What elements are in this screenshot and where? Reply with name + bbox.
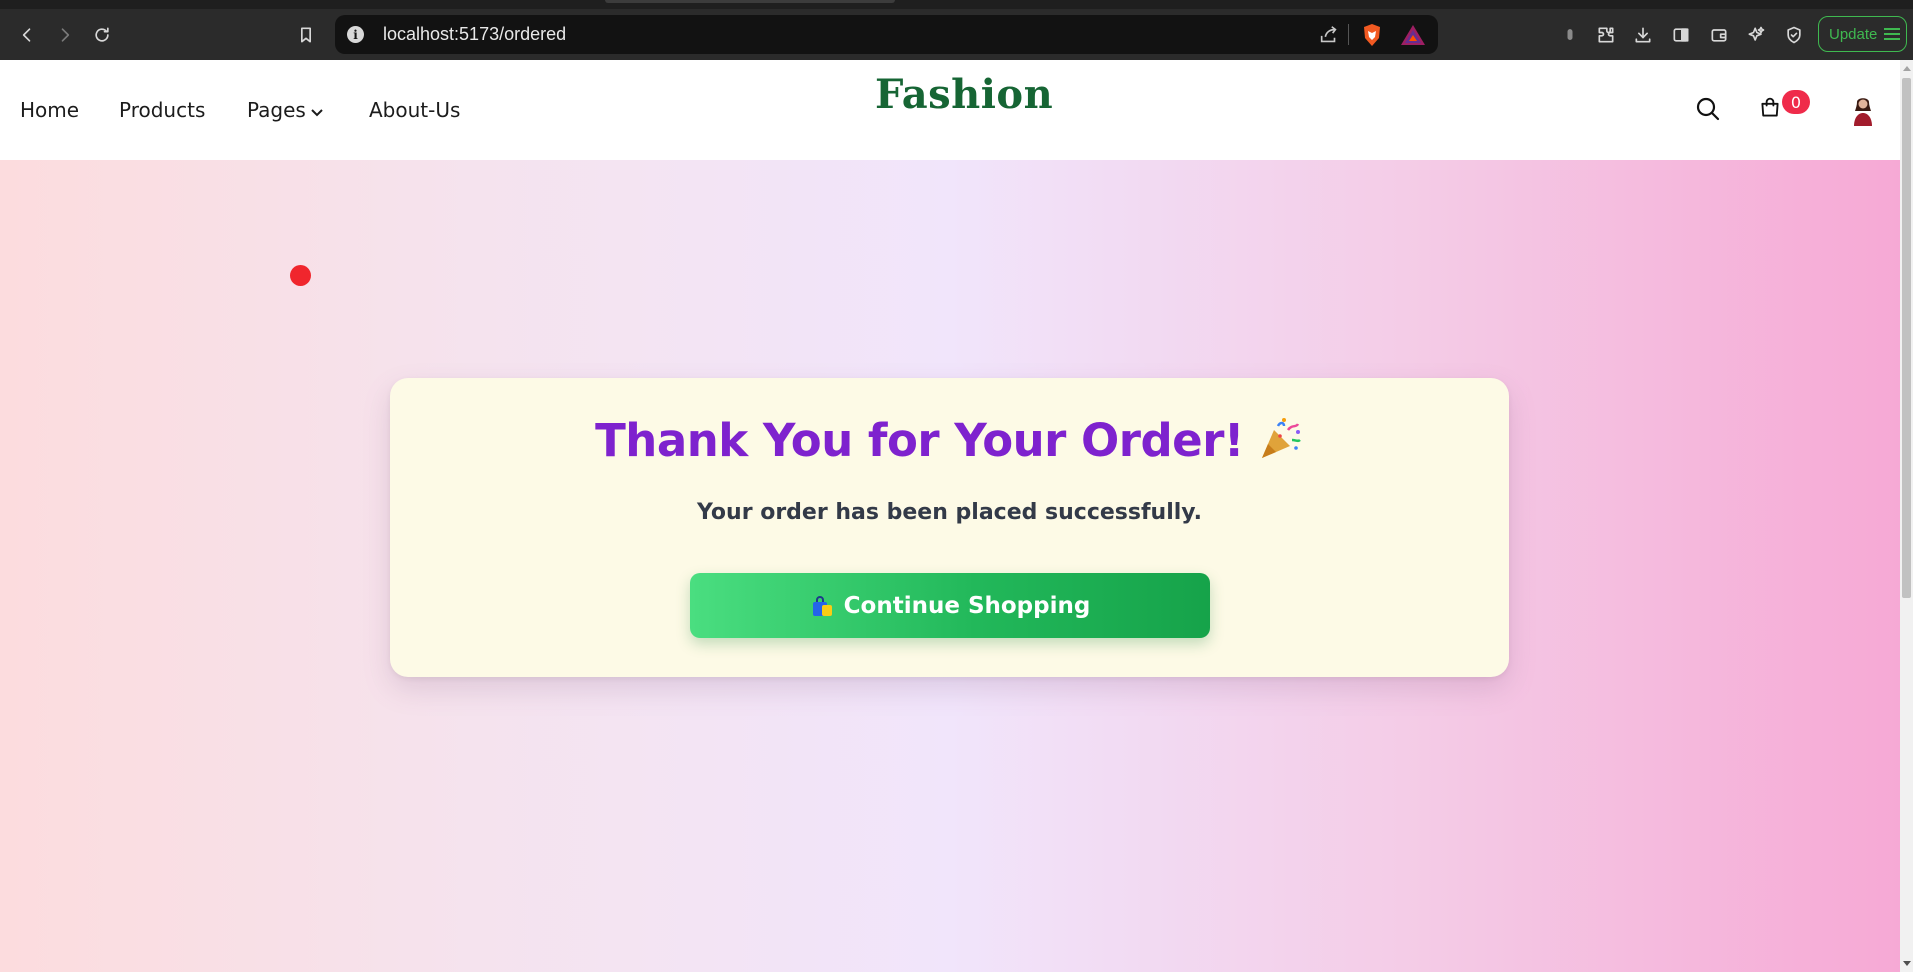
- title-text: Thank You for Your Order!: [595, 414, 1244, 467]
- continue-shopping-button[interactable]: Continue Shopping: [690, 573, 1210, 638]
- menu-icon: [1884, 28, 1901, 40]
- page-title: Thank You for Your Order!: [390, 414, 1509, 467]
- scrollbar-thumb[interactable]: [1902, 78, 1911, 598]
- party-popper-icon: [1261, 418, 1301, 458]
- leo-ai-icon[interactable]: [1743, 22, 1769, 48]
- bookmark-icon[interactable]: [293, 22, 319, 48]
- order-confirmation-section: Thank You for Your Order! Your order has…: [0, 160, 1900, 972]
- web-page: Home Products Pages About-Us Fashion 0 T…: [0, 60, 1900, 972]
- back-icon[interactable]: [14, 22, 40, 48]
- update-button[interactable]: Update: [1818, 16, 1907, 52]
- scroll-down-arrow-icon[interactable]: [1903, 961, 1911, 966]
- continue-shopping-label: Continue Shopping: [843, 592, 1091, 619]
- forward-icon[interactable]: [52, 22, 78, 48]
- nav-link-products[interactable]: Products: [119, 98, 205, 122]
- nav-link-pages-label: Pages: [247, 98, 306, 122]
- vpn-icon[interactable]: [1781, 22, 1807, 48]
- info-icon[interactable]: i: [347, 26, 364, 43]
- bat-rewards-icon[interactable]: [1400, 23, 1426, 47]
- sidebar-icon[interactable]: [1668, 22, 1694, 48]
- bag-emoji-icon: [812, 595, 832, 616]
- browser-toolbar: i localhost:5173/ordered Update: [0, 9, 1913, 60]
- shopping-bag-icon[interactable]: [1759, 97, 1781, 123]
- active-tab-edge[interactable]: [605, 0, 895, 3]
- cart-count-badge: 0: [1782, 90, 1810, 114]
- page-scrollbar[interactable]: [1900, 60, 1913, 972]
- scroll-up-arrow-icon[interactable]: [1903, 66, 1911, 71]
- extensions-icon[interactable]: [1593, 22, 1619, 48]
- address-bar[interactable]: i localhost:5173/ordered: [335, 15, 1438, 54]
- brave-shield-icon[interactable]: [1361, 23, 1383, 47]
- order-confirmation-card: Thank You for Your Order! Your order has…: [390, 378, 1509, 677]
- update-label: Update: [1829, 25, 1878, 43]
- nav-link-home[interactable]: Home: [20, 98, 79, 122]
- chevron-down-icon: [310, 100, 324, 124]
- site-logo[interactable]: Fashion: [875, 71, 1053, 118]
- reload-icon[interactable]: [89, 22, 115, 48]
- success-message: Your order has been placed successfully.: [697, 500, 1202, 525]
- divider: [1348, 24, 1349, 45]
- wallet-icon[interactable]: [1706, 22, 1732, 48]
- search-icon[interactable]: [1695, 96, 1721, 126]
- nav-link-pages[interactable]: Pages: [247, 98, 324, 124]
- download-icon[interactable]: [1630, 22, 1656, 48]
- cursor-indicator: [290, 265, 311, 286]
- nav-link-about-us[interactable]: About-Us: [369, 98, 460, 122]
- browser-tab-strip: [0, 0, 1913, 9]
- mic-indicator-icon: [1557, 22, 1583, 48]
- share-icon[interactable]: [1318, 24, 1340, 50]
- url-text[interactable]: localhost:5173/ordered: [383, 24, 566, 45]
- site-navbar: Home Products Pages About-Us Fashion 0: [0, 60, 1900, 160]
- avatar[interactable]: [1849, 94, 1877, 126]
